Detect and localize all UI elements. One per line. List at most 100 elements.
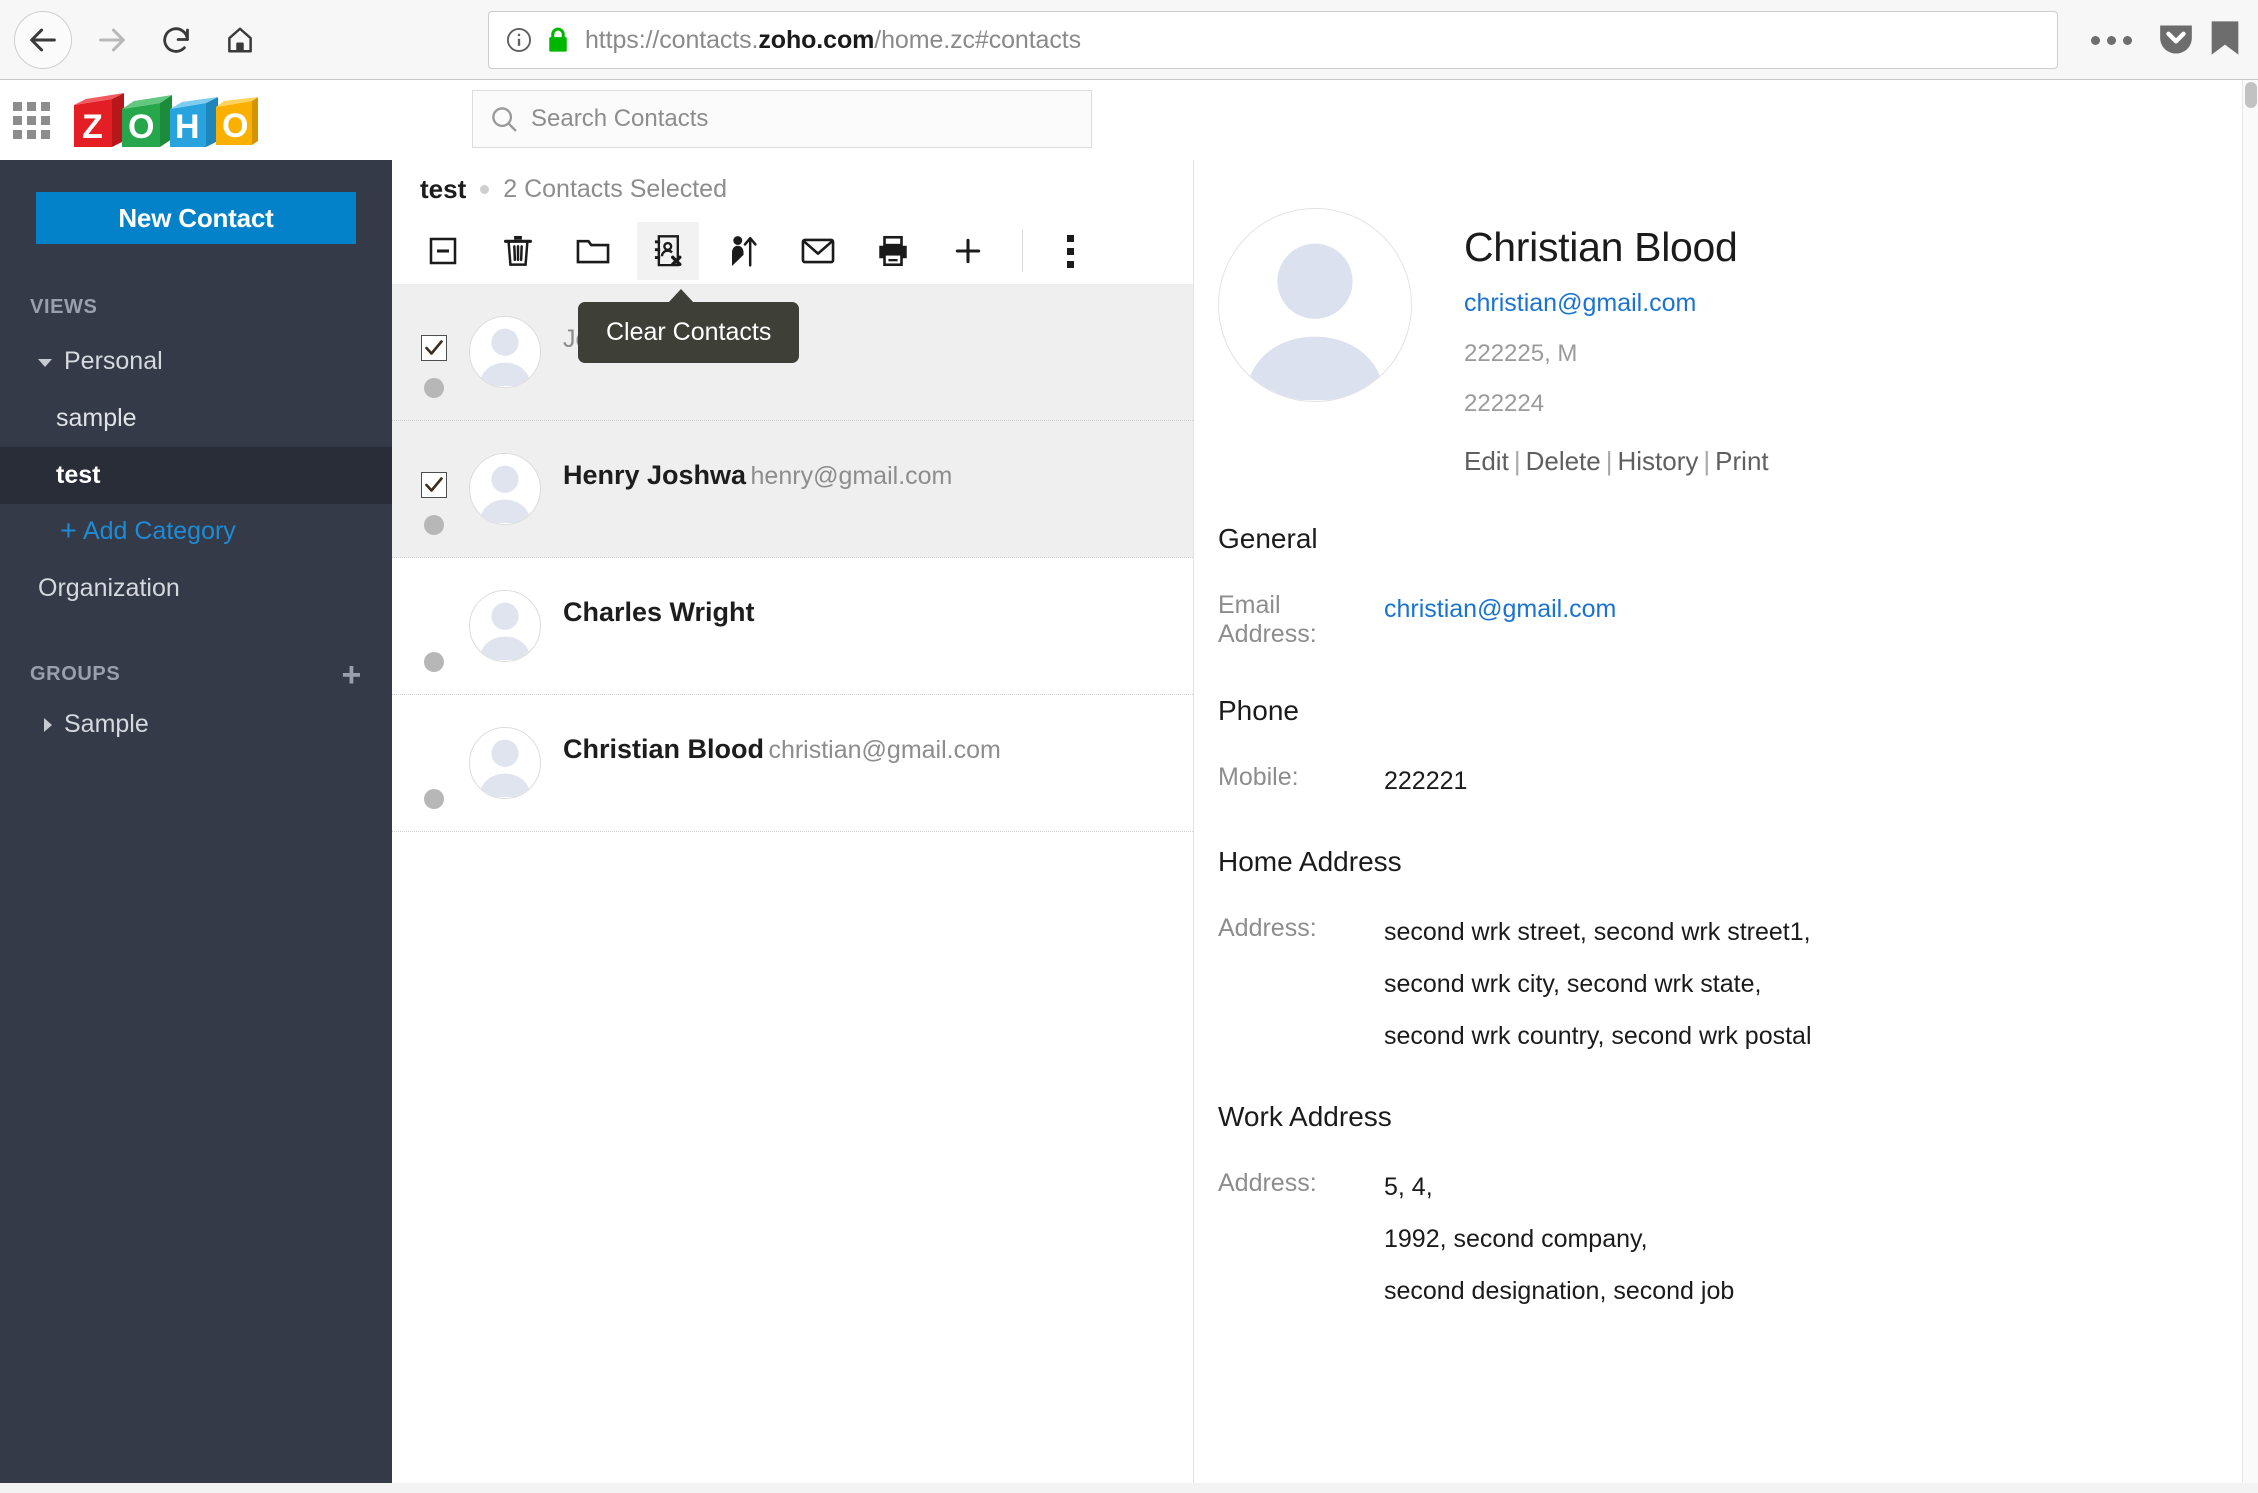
- contact-detail-pane: Christian Blood christian@gmail.com 2222…: [1194, 160, 2234, 1493]
- sidebar-item-sample-category[interactable]: sample: [0, 390, 392, 447]
- list-item[interactable]: Christian Blood christian@gmail.com: [392, 695, 1193, 832]
- list-item[interactable]: Henry Joshwa henry@gmail.com: [392, 421, 1193, 558]
- sidebar-item-sample-group[interactable]: Sample: [0, 696, 392, 753]
- selection-status: 2 Contacts Selected: [503, 174, 727, 203]
- contact-checkbox[interactable]: [421, 472, 447, 498]
- contact-checkbox[interactable]: [421, 335, 447, 361]
- detail-section-work-address: Work Address Address: 5, 4, 1992, second…: [1194, 1101, 2234, 1310]
- sidebar-views-heading: VIEWS: [0, 296, 392, 319]
- search-input[interactable]: [531, 105, 1075, 133]
- browser-nav-buttons: [0, 8, 272, 72]
- detail-field: Mobile: 222221: [1218, 763, 2234, 800]
- contact-email: henry@gmail.com: [750, 462, 953, 490]
- more-options-icon[interactable]: [1039, 222, 1101, 280]
- list-item[interactable]: Charles Wright: [392, 558, 1193, 695]
- print-link[interactable]: Print: [1715, 446, 1768, 476]
- field-value-line: christian@gmail.com: [1384, 595, 1617, 623]
- add-group-icon[interactable]: +: [342, 658, 362, 692]
- sidebar-item-organization[interactable]: Organization: [0, 560, 392, 617]
- page-title: Christian Blood: [1464, 224, 1738, 270]
- field-label: Address:: [1218, 914, 1317, 942]
- vertical-scrollbar[interactable]: [2242, 80, 2258, 1493]
- detail-section-phone: Phone Mobile: 222221: [1194, 695, 2234, 800]
- plus-icon: +: [60, 514, 77, 547]
- clear-contacts-icon[interactable]: [637, 222, 699, 280]
- list-header: test 2 Contacts Selected: [392, 160, 1193, 218]
- detail-field: Email Address: christian@gmail.com: [1218, 591, 2234, 649]
- sidebar-item-label: Personal: [64, 347, 163, 375]
- action-separator: |: [1703, 446, 1711, 476]
- chevron-right-icon: [44, 717, 52, 732]
- contact-email: christian@gmail.com: [768, 736, 1001, 764]
- sidebar-item-personal[interactable]: Personal: [0, 333, 392, 390]
- print-icon[interactable]: [862, 222, 924, 280]
- detail-section-home-address: Home Address Address: second wrk street,…: [1194, 846, 2234, 1055]
- edit-link[interactable]: Edit: [1464, 446, 1509, 476]
- field-label: Address:: [1218, 1169, 1317, 1197]
- horizontal-scrollbar[interactable]: [0, 1483, 2258, 1493]
- search-contacts-box[interactable]: [472, 90, 1092, 148]
- info-circle-icon[interactable]: [505, 26, 533, 54]
- app-grid-icon[interactable]: [13, 101, 50, 139]
- list-toolbar: [392, 218, 1193, 284]
- detail-header: Christian Blood christian@gmail.com 2222…: [1194, 160, 2234, 477]
- svg-text:Z: Z: [82, 108, 103, 146]
- list-item-text: Henry Joshwa henry@gmail.com: [563, 449, 952, 497]
- sidebar-item-label: Organization: [38, 574, 180, 602]
- search-icon: [489, 104, 519, 134]
- reload-icon[interactable]: [144, 8, 208, 72]
- sidebar-groups-heading: GROUPS +: [0, 658, 392, 692]
- detail-header-info: Christian Blood christian@gmail.com 2222…: [1464, 208, 1769, 477]
- delete-icon[interactable]: [487, 222, 549, 280]
- new-contact-button[interactable]: New Contact: [36, 192, 356, 244]
- detail-action-links: Edit | Delete | History | Print: [1464, 446, 1769, 477]
- field-value: 5, 4, 1992, second company, second desig…: [1384, 1169, 1734, 1310]
- sidebar-item-test-category[interactable]: test: [0, 447, 392, 504]
- sidebar-item-label: sample: [56, 404, 137, 432]
- send-mail-icon[interactable]: [787, 222, 849, 280]
- detail-meta-line-2: 222224: [1464, 390, 1545, 417]
- bookmark-star-icon[interactable]: [2210, 18, 2240, 63]
- field-value-line: 222221: [1384, 767, 1468, 795]
- svg-text:O: O: [128, 108, 154, 146]
- views-heading-label: VIEWS: [30, 296, 98, 318]
- ellipsis-icon[interactable]: [2091, 35, 2132, 45]
- status-dot-icon: [424, 515, 444, 535]
- detail-email-link[interactable]: christian@gmail.com: [1464, 289, 1769, 318]
- deselect-all-icon[interactable]: [412, 222, 474, 280]
- forward-icon[interactable]: [80, 8, 144, 72]
- add-category-label: Add Category: [82, 516, 236, 545]
- svg-text:H: H: [175, 108, 200, 146]
- move-to-folder-icon[interactable]: [562, 222, 624, 280]
- detail-meta-line-1: 222225, M: [1464, 340, 1578, 367]
- pocket-icon[interactable]: [2156, 18, 2196, 63]
- field-value-line: second wrk street, second wrk street1,: [1384, 918, 1811, 946]
- url-bar[interactable]: https://contacts.zoho.com/home.zc#contac…: [488, 11, 2058, 69]
- list-item-text: Christian Blood christian@gmail.com: [563, 723, 1001, 771]
- contact-name: Christian Blood: [563, 734, 764, 764]
- field-value[interactable]: christian@gmail.com: [1384, 591, 1616, 649]
- avatar: [469, 590, 541, 662]
- list-item-text: Charles Wright: [563, 586, 755, 634]
- merge-contacts-icon[interactable]: [712, 222, 774, 280]
- tooltip-clear-contacts: Clear Contacts: [578, 289, 800, 363]
- chevron-down-icon: [38, 359, 52, 367]
- detail-section-general: General Email Address: christian@gmail.c…: [1194, 523, 2234, 649]
- field-value-line: second designation, second job: [1384, 1277, 1735, 1305]
- home-icon[interactable]: [208, 8, 272, 72]
- delete-link[interactable]: Delete: [1526, 446, 1601, 476]
- section-title: Phone: [1218, 695, 1299, 726]
- separator-dot-icon: [480, 184, 490, 194]
- back-icon[interactable]: [14, 10, 72, 69]
- add-icon[interactable]: [937, 222, 999, 280]
- scrollbar-thumb[interactable]: [2245, 82, 2257, 108]
- browser-toolbar: https://contacts.zoho.com/home.zc#contac…: [0, 0, 2258, 80]
- add-category-button[interactable]: + Add Category: [0, 504, 392, 558]
- status-dot-icon: [424, 652, 444, 672]
- contact-name: Henry Joshwa: [563, 460, 747, 490]
- history-link[interactable]: History: [1618, 446, 1699, 476]
- sidebar-item-label: Sample: [64, 710, 149, 738]
- avatar: [469, 727, 541, 799]
- sidebar: New Contact VIEWS Personal sample test +…: [0, 160, 392, 1493]
- zoho-logo[interactable]: Z O H O: [66, 89, 258, 151]
